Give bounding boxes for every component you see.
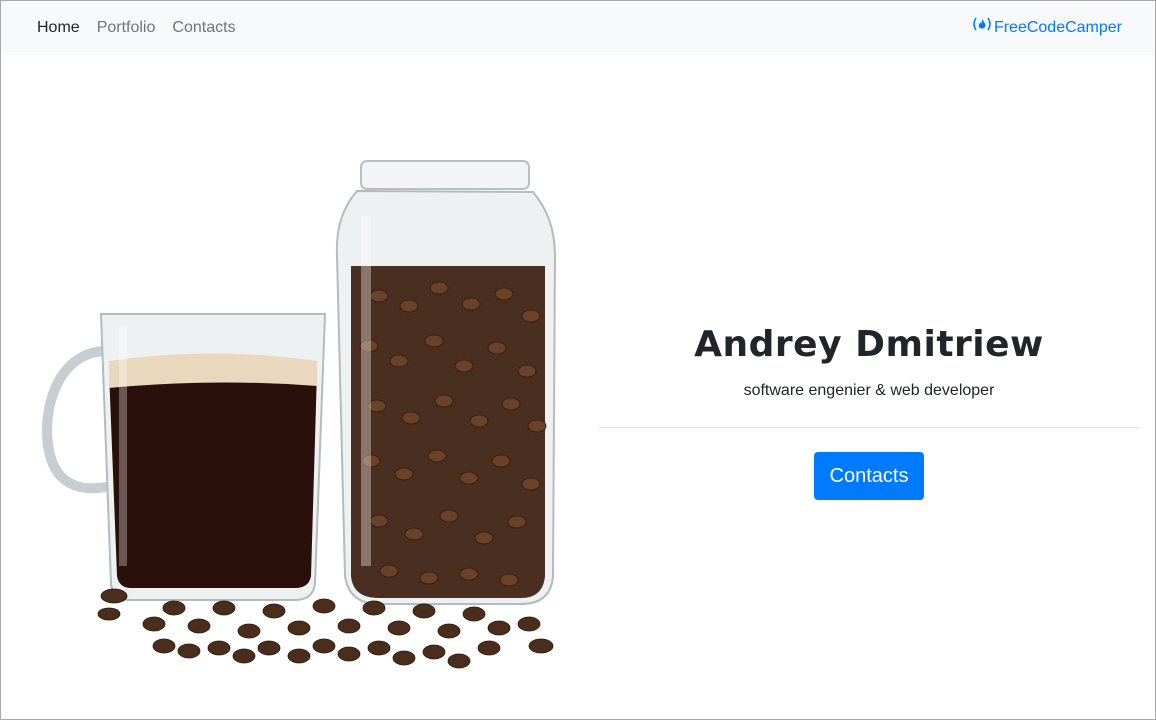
contacts-button[interactable]: Contacts [813,452,925,500]
hero-subtitle: software engenier & web developer [743,382,995,399]
brand-link[interactable]: FreeCodeCamper [971,16,1122,40]
nav-link-portfolio[interactable]: Portfolio [97,16,156,40]
hero-name: Andrey Dmitriew [694,324,1044,365]
hero-divider [599,427,1139,428]
bean-jar [335,160,557,605]
fire-icon [971,16,993,40]
top-navbar: Home Portfolio Contacts FreeCodeCamper [1,1,1155,55]
hero-text: Andrey Dmitriew software engenier & web … [599,319,1139,500]
coffee-cup-and-bean-jar-image [39,156,569,676]
nav-link-home[interactable]: Home [37,16,80,40]
nav-links: Home Portfolio Contacts [37,16,253,40]
nav-link-contacts[interactable]: Contacts [172,16,235,40]
coffee-cup [42,313,327,601]
brand-label: FreeCodeCamper [993,19,1122,36]
